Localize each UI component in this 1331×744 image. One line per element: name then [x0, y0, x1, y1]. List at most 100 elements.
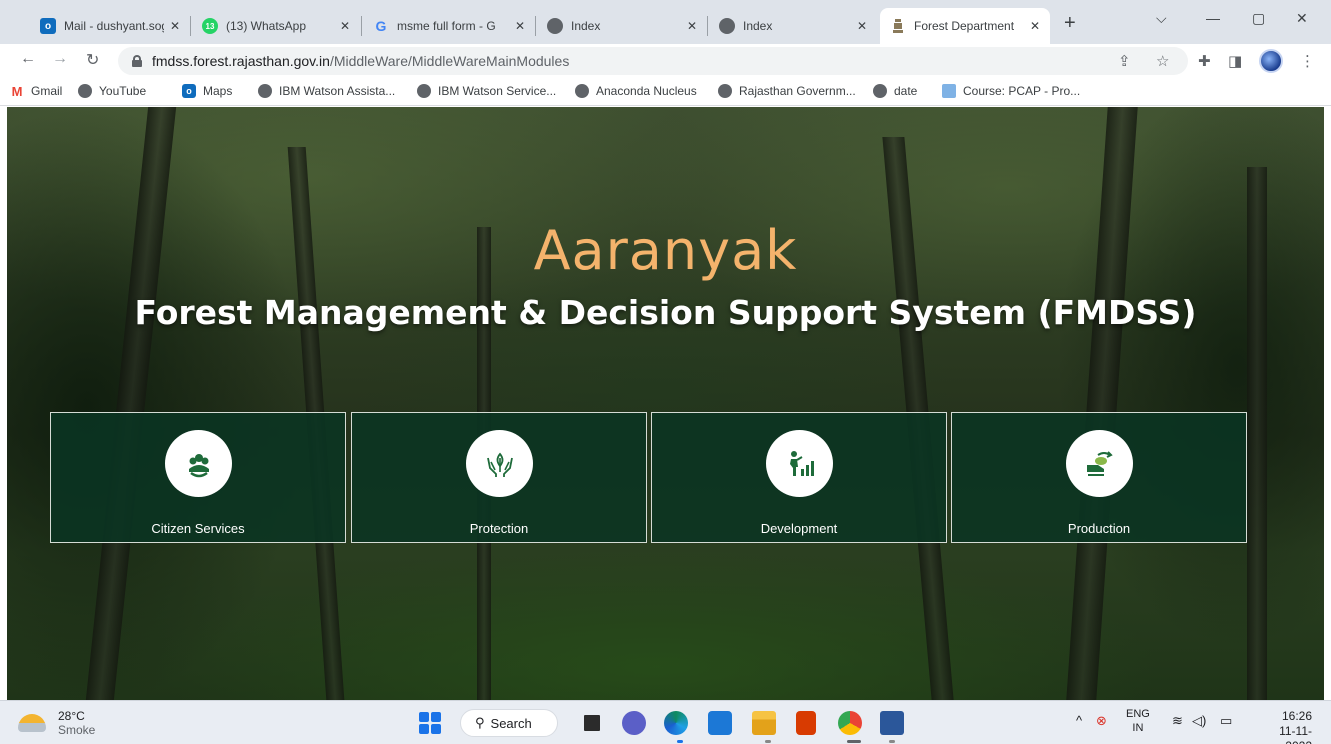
bookmark-gmail[interactable]: M Gmail: [10, 84, 63, 99]
taskbar-search[interactable]: ⚲ Search: [460, 709, 558, 737]
weather-description: Smoke: [58, 723, 96, 737]
module-label: Production: [1067, 521, 1131, 536]
menu-kebab-icon[interactable]: ⋮: [1300, 52, 1315, 70]
close-tab-icon[interactable]: ✕: [340, 19, 350, 33]
bookmarks-bar: M Gmail YouTube o Maps IBM Watson Assist…: [0, 78, 1331, 106]
bookmark-label: Rajasthan Governm...: [739, 84, 856, 98]
globe-icon: [873, 84, 887, 98]
share-icon[interactable]: ⇪: [1118, 52, 1131, 70]
search-icon: ⚲: [475, 715, 485, 730]
reload-icon[interactable]: ↻: [86, 50, 99, 70]
close-window-icon[interactable]: ✕: [1296, 10, 1308, 27]
tab-index-2[interactable]: Index ✕: [709, 8, 877, 44]
globe-icon: [78, 84, 92, 98]
module-card-citizen-services[interactable]: Citizen Services: [50, 412, 346, 543]
bookmark-label: Anaconda Nucleus: [596, 84, 697, 98]
globe-icon: [575, 84, 589, 98]
chrome-icon[interactable]: [838, 711, 862, 735]
minimize-icon[interactable]: —: [1206, 10, 1220, 26]
bookmark-star-icon[interactable]: ☆: [1156, 52, 1169, 70]
wifi-icon[interactable]: ≋: [1172, 713, 1183, 729]
globe-icon: [718, 84, 732, 98]
weather-smoke-icon: [18, 714, 46, 732]
close-tab-icon[interactable]: ✕: [857, 19, 867, 33]
citizen-services-icon: [165, 430, 232, 497]
close-tab-icon[interactable]: ✕: [687, 19, 697, 33]
tab-title: Index: [571, 19, 601, 33]
new-tab-icon[interactable]: +: [1064, 12, 1076, 35]
lock-icon: [132, 55, 142, 67]
bookmark-label: Maps: [203, 84, 233, 98]
close-tab-icon[interactable]: ✕: [515, 19, 525, 33]
office-icon[interactable]: [796, 711, 816, 735]
search-label: Search: [490, 715, 532, 731]
chevron-up-icon[interactable]: ^: [1076, 713, 1082, 728]
running-indicator: [889, 740, 895, 743]
module-card-protection[interactable]: Protection: [351, 412, 647, 543]
tab-index-1[interactable]: Index ✕: [537, 8, 707, 44]
profile-avatar[interactable]: [1259, 49, 1283, 73]
emblem-icon: [890, 18, 906, 34]
extensions-puzzle-icon[interactable]: ✚: [1198, 52, 1211, 70]
running-indicator: [847, 740, 861, 743]
address-bar[interactable]: fmdss.forest.rajasthan.gov.in/MiddleWare…: [118, 47, 1188, 75]
tab-separator: [190, 16, 191, 36]
tab-separator: [361, 16, 362, 36]
close-tab-icon[interactable]: ✕: [1030, 19, 1040, 33]
tab-whatsapp[interactable]: 13 (13) WhatsApp ✕: [192, 8, 360, 44]
page-subtitle: Forest Management & Decision Support Sys…: [134, 293, 1197, 332]
bookmark-label: Course: PCAP - Pro...: [963, 84, 1081, 98]
volume-icon[interactable]: ◁): [1192, 713, 1206, 729]
development-icon: [766, 430, 833, 497]
bookmark-date[interactable]: date: [873, 84, 917, 98]
bookmark-ibm-watson-service[interactable]: IBM Watson Service...: [417, 84, 556, 98]
module-label: Protection: [469, 521, 529, 536]
whatsapp-icon: 13: [202, 18, 218, 34]
tab-separator: [707, 16, 708, 36]
maximize-icon[interactable]: ▢: [1252, 10, 1265, 27]
forward-arrow-icon[interactable]: →: [52, 50, 68, 68]
network-alert-icon[interactable]: ⊗: [1096, 713, 1107, 729]
weather-temperature: 28°C: [58, 709, 85, 723]
bookmark-course-pcap[interactable]: Course: PCAP - Pro...: [942, 84, 1080, 98]
outlook-icon: o: [182, 84, 196, 98]
system-clock[interactable]: 16:26 11-11-2022: [1256, 709, 1312, 744]
bookmark-maps[interactable]: o Maps: [182, 84, 232, 98]
tab-search-chevron-icon[interactable]: ⌵: [1156, 10, 1167, 27]
bookmark-rajasthan-government[interactable]: Rajasthan Governm...: [718, 84, 856, 98]
url-path: /MiddleWare/MiddleWareMainModules: [329, 53, 570, 69]
tab-forest-department[interactable]: Forest Department ✕: [880, 8, 1050, 44]
course-icon: [942, 84, 956, 98]
url-host: fmdss.forest.rajasthan.gov.in: [152, 53, 330, 69]
bookmark-youtube[interactable]: YouTube: [78, 84, 146, 98]
windows-taskbar: 28°C Smoke ⚲ Search ^ ⊗ ENG IN ≋ ◁) ▭ 16…: [0, 700, 1331, 744]
mail-icon[interactable]: [708, 711, 732, 735]
module-label: Development: [760, 521, 838, 536]
bookmark-ibm-watson-assistant[interactable]: IBM Watson Assista...: [258, 84, 395, 98]
language-indicator[interactable]: ENG IN: [1126, 707, 1150, 735]
module-card-development[interactable]: Development: [651, 412, 947, 543]
back-arrow-icon[interactable]: ←: [20, 50, 36, 68]
bookmark-label: IBM Watson Service...: [438, 84, 557, 98]
region-code: IN: [1132, 722, 1144, 734]
tab-separator: [535, 16, 536, 36]
task-view-icon[interactable]: [580, 711, 604, 735]
bookmark-label: YouTube: [99, 84, 147, 98]
tab-mail[interactable]: o Mail - dushyant.sog ✕: [30, 8, 190, 44]
module-card-production[interactable]: Production: [951, 412, 1247, 543]
battery-icon[interactable]: ▭: [1220, 713, 1232, 729]
close-tab-icon[interactable]: ✕: [170, 19, 180, 33]
teams-chat-icon[interactable]: [622, 711, 646, 735]
edge-icon[interactable]: [664, 711, 688, 735]
tab-google-search[interactable]: G msme full form - G ✕: [363, 8, 535, 44]
weather-widget[interactable]: 28°C Smoke: [18, 709, 95, 737]
windows-start-icon[interactable]: [418, 711, 442, 735]
side-panel-icon[interactable]: ◨: [1228, 52, 1242, 70]
globe-icon: [547, 18, 563, 34]
module-label: Citizen Services: [151, 521, 245, 536]
bookmark-anaconda-nucleus[interactable]: Anaconda Nucleus: [575, 84, 697, 98]
word-icon[interactable]: [880, 711, 904, 735]
file-explorer-icon[interactable]: [752, 711, 776, 735]
clock-time: 16:26: [1281, 709, 1312, 723]
bookmark-label: Gmail: [31, 84, 63, 98]
